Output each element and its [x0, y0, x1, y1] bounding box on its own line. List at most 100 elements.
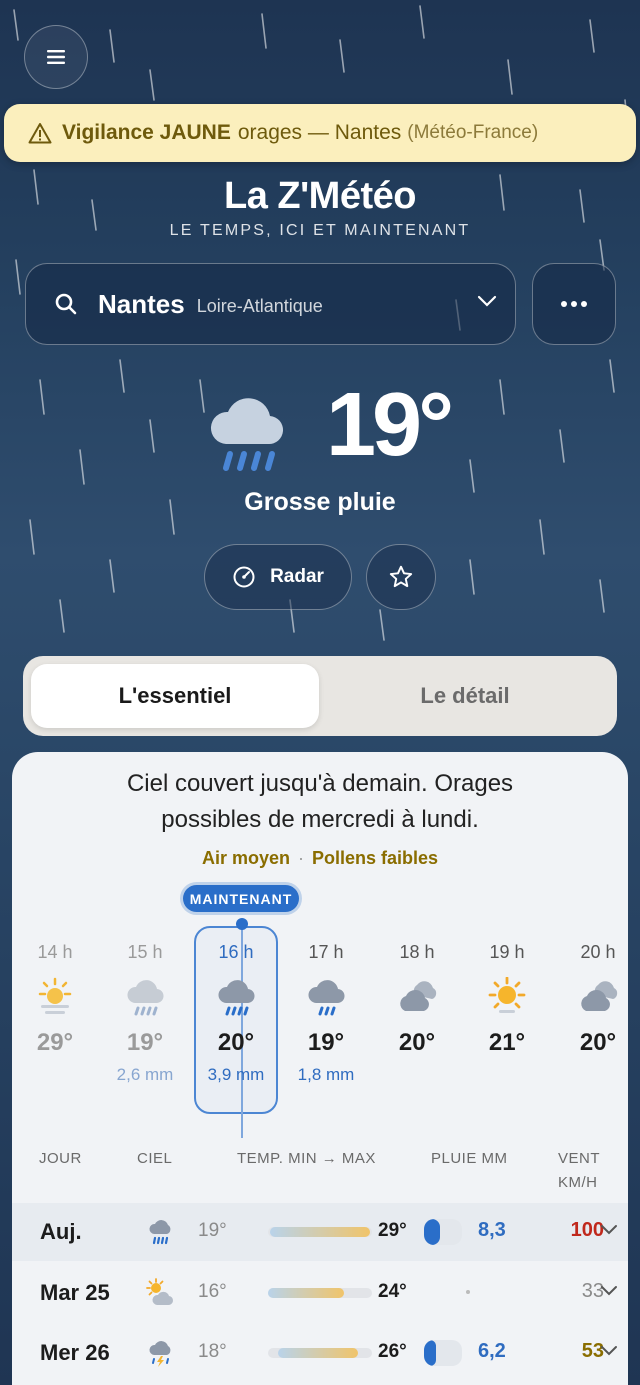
rain-amount: 8,3 [478, 1219, 506, 1241]
hour-column[interactable]: 19 h 21° [462, 942, 552, 1057]
daily-row[interactable]: Mer 26 18° 26° 6,2 53 [12, 1324, 628, 1382]
star-icon [389, 565, 413, 588]
daily-row[interactable]: Auj. 19° 29° 8,3 100 [12, 1203, 628, 1261]
hour-temp: 20° [217, 1029, 255, 1056]
warning-icon [28, 123, 52, 144]
chevron-down-icon [601, 1346, 617, 1356]
search-icon [55, 293, 77, 315]
heavy-rain-icon [218, 980, 255, 1016]
hour-label: 20 h [580, 942, 616, 962]
sun-cloud-icon [146, 1278, 174, 1306]
alert-source: (Météo-France) [407, 122, 539, 143]
hour-label: 19 h [489, 942, 525, 962]
rain-icon [127, 980, 164, 1016]
location-search[interactable]: Nantes Loire-Atlantique [25, 263, 516, 345]
summary-text: Ciel couvert jusqu'à demain. Orages poss… [126, 770, 514, 833]
temp-max: 26° [378, 1341, 407, 1362]
heavy-rain-icon [210, 398, 284, 471]
hour-column[interactable]: 20 h 20° [553, 942, 628, 1057]
more-icon [561, 301, 587, 307]
hour-rain: 2,6 mm [116, 1065, 174, 1084]
chevron-down-icon [477, 295, 497, 307]
sun-icon [488, 977, 526, 1013]
forecast-summary: Ciel couvert jusqu'à demain. Orages poss… [12, 766, 628, 838]
day-label: Auj. [40, 1219, 82, 1244]
hour-column-current[interactable]: 16 h 20° 3,9 mm [191, 942, 281, 1085]
radar-button[interactable]: Radar [204, 544, 352, 610]
temp-min: 19° [198, 1220, 227, 1241]
hour-label: 15 h [127, 942, 163, 962]
hour-label: 16 h [218, 942, 254, 962]
temp-max: 24° [378, 1281, 407, 1302]
hour-column[interactable]: 17 h 19° 1,8 mm [281, 942, 371, 1085]
header-wind-unit: KM/H [558, 1174, 598, 1191]
header-sky: CIEL [137, 1150, 173, 1167]
sun-haze-icon [38, 977, 72, 1014]
current-condition: Grosse pluie [244, 488, 396, 516]
radar-icon [233, 566, 255, 588]
alert-hazard: orages — Nantes [237, 121, 402, 144]
heavy-rain-icon [149, 1220, 171, 1245]
tab-detail[interactable]: Le détail [321, 664, 609, 728]
tab-essentiel[interactable]: L'essentiel [31, 664, 319, 728]
menu-button[interactable] [24, 25, 88, 89]
weather-alert-banner[interactable]: Vigilance JAUNE orages — Nantes (Météo-F… [4, 104, 636, 162]
app-subtitle: LE TEMPS, ICI ET MAINTENANT [169, 222, 471, 239]
hour-label: 18 h [399, 942, 435, 962]
current-temperature: 19° [326, 375, 454, 475]
forecast-card: Ciel couvert jusqu'à demain. Orages poss… [12, 752, 628, 1385]
wind-speed: 53 [581, 1340, 604, 1362]
now-indicator-dot [236, 918, 248, 930]
header-day: JOUR [39, 1150, 82, 1167]
hour-label: 14 h [37, 942, 73, 962]
rain-gauge [424, 1219, 462, 1245]
hour-temp: 19° [126, 1029, 164, 1056]
temp-max: 29° [378, 1220, 407, 1241]
search-region: Loire-Atlantique [196, 295, 323, 316]
hour-temp: 20° [579, 1029, 617, 1056]
radar-label: Radar [270, 566, 324, 587]
hour-temp: 29° [36, 1029, 74, 1056]
search-city: Nantes [98, 288, 185, 319]
temp-min: 16° [198, 1281, 227, 1302]
hour-column[interactable]: 18 h 20° [372, 942, 462, 1057]
temp-range-bar [268, 1348, 372, 1358]
temp-range-bar [268, 1288, 372, 1298]
header-rain: PLUIE MM [431, 1150, 508, 1167]
hour-rain: 3,9 mm [207, 1065, 265, 1084]
temp-min: 18° [198, 1341, 227, 1362]
wind-speed: 33 [581, 1280, 604, 1302]
chevron-down-icon [601, 1286, 617, 1296]
air-quality: Air moyen [201, 848, 290, 868]
hour-column[interactable]: 14 h 29° [12, 942, 100, 1057]
rain-icon [308, 980, 345, 1016]
hour-temp: 20° [398, 1029, 436, 1056]
thunderstorm-icon [149, 1341, 171, 1367]
view-tabs: L'essentiel Le détail [23, 656, 617, 736]
hour-temp: 19° [307, 1029, 345, 1056]
alert-level: Vigilance JAUNE [62, 121, 231, 144]
overcast-icon [400, 981, 437, 1011]
favorite-button[interactable] [366, 544, 436, 610]
overcast-icon [581, 981, 618, 1011]
no-rain-dot [466, 1290, 470, 1294]
more-options-button[interactable] [532, 263, 616, 345]
temp-range-bar [268, 1227, 372, 1237]
wind-speed: 100 [570, 1219, 604, 1241]
air-pollen-info: Air moyen · Pollens faibles [201, 848, 439, 868]
rain-gauge [424, 1340, 462, 1366]
now-badge: MAINTENANT [183, 885, 299, 912]
chevron-down-icon [601, 1225, 617, 1235]
hamburger-icon [47, 50, 65, 64]
pollen-level: Pollens faibles [311, 848, 439, 868]
hour-label: 17 h [308, 942, 344, 962]
hour-rain: 1,8 mm [297, 1065, 355, 1084]
header-temp: TEMP. MIN → MAX [237, 1150, 376, 1167]
header-wind: VENT [558, 1150, 601, 1167]
day-label: Mar 25 [40, 1280, 110, 1305]
app-title: La Z'Météo [224, 175, 416, 217]
day-label: Mer 26 [40, 1340, 110, 1365]
hour-column[interactable]: 15 h 19° 2,6 mm [100, 942, 190, 1085]
hour-temp: 21° [488, 1029, 526, 1056]
daily-row[interactable]: Mar 25 16° 24° 33 [12, 1264, 628, 1322]
